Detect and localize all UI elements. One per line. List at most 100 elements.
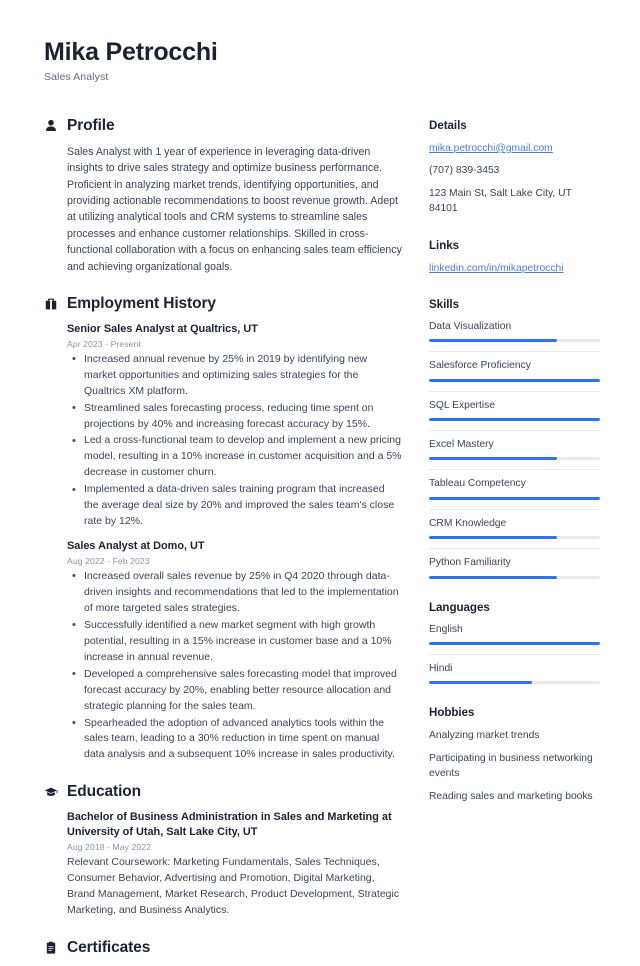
skill-item: Data Visualization	[429, 320, 600, 343]
language-label: Hindi	[429, 653, 600, 681]
skill-meter-track	[429, 575, 600, 579]
skill-meter-fill	[429, 496, 600, 500]
skill-label: CRM Knowledge	[429, 508, 600, 536]
skill-item: SQL Expertise	[429, 390, 600, 422]
employment-entry-bullets: Increased annual revenue by 25% in 2019 …	[67, 351, 402, 530]
bullet-item: Successfully identified a new market seg…	[67, 617, 402, 666]
education-entry-title: Bachelor of Business Administration in S…	[67, 811, 392, 839]
skill-meter-fill	[429, 378, 600, 382]
education-entry-description: Relevant Coursework: Marketing Fundament…	[67, 855, 400, 916]
sidebar-block-skills: Skills Data Visualization Salesforce Pro…	[429, 298, 600, 579]
section-education-header: Education	[44, 783, 402, 801]
employment-entry: Senior Sales Analyst at Qualtrics, UT Ap…	[67, 322, 402, 530]
skill-item: Tableau Competency	[429, 469, 600, 500]
skill-meter-fill	[429, 575, 558, 579]
graduation-cap-icon	[44, 785, 58, 799]
linkedin-link[interactable]: linkedin.com/in/mikapetrocchi	[429, 261, 600, 276]
skill-label: Python Familiarity	[429, 548, 600, 575]
sidebar-languages-title: Languages	[429, 600, 490, 614]
section-education: Education Bachelor of Business Administr…	[44, 783, 402, 918]
bullet-item: Led a cross-functional team to develop a…	[67, 433, 402, 481]
section-employment-body: Senior Sales Analyst at Qualtrics, UT Ap…	[44, 322, 402, 763]
section-education-body: Bachelor of Business Administration in S…	[44, 810, 402, 918]
hobby-item: Participating in business networking eve…	[429, 752, 593, 780]
sidebar-hobbies-title: Hobbies	[429, 706, 475, 720]
skill-label: Excel Mastery	[429, 430, 600, 457]
skill-meter-track	[429, 418, 600, 422]
bullet-item: Streamlined sales forecasting process, r…	[67, 400, 402, 433]
briefcase-icon	[44, 297, 58, 311]
education-entry: Bachelor of Business Administration in S…	[67, 810, 402, 918]
section-employment-history: Employment History Senior Sales Analyst …	[44, 295, 402, 763]
employment-entry-title: Sales Analyst at Domo, UT	[67, 540, 205, 553]
section-certificates-title: Certificates	[67, 938, 151, 956]
main-column: Profile Sales Analyst with 1 year of exp…	[44, 117, 402, 966]
sidebar-block-details: Details mika.petrocchi@gmail.com (707) 8…	[429, 119, 600, 217]
language-item: Hindi	[429, 653, 600, 685]
skill-meter-track	[429, 339, 600, 343]
clipboard-icon	[44, 941, 58, 955]
sidebar-block-hobbies: Hobbies Analyzing market trends Particip…	[429, 706, 600, 804]
language-meter-fill	[429, 681, 532, 685]
employment-entry: Sales Analyst at Domo, UT Aug 2022 - Feb…	[67, 539, 402, 763]
email-link[interactable]: mika.petrocchi@gmail.com	[429, 141, 600, 156]
skill-meter-track	[429, 378, 600, 382]
section-profile-header: Profile	[44, 117, 402, 135]
section-certificates: Certificates	[44, 939, 402, 957]
section-education-title: Education	[67, 783, 142, 801]
bullet-item: Increased overall sales revenue by 25% i…	[67, 568, 402, 617]
section-profile-title: Profile	[67, 116, 115, 134]
section-profile: Profile Sales Analyst with 1 year of exp…	[44, 117, 402, 275]
skill-item: Salesforce Proficiency	[429, 351, 600, 382]
skill-meter-track	[429, 496, 600, 500]
address-text: 123 Main St, Salt Lake City, UT 84101	[429, 187, 572, 215]
bullet-item: Increased annual revenue by 25% in 2019 …	[67, 351, 402, 400]
sidebar-details-title: Details	[429, 118, 467, 132]
skill-meter-fill	[429, 536, 558, 540]
skill-meter-fill	[429, 457, 558, 461]
bullet-item: Developed a comprehensive sales forecast…	[67, 666, 402, 715]
employment-entry-date: Apr 2023 - Present	[67, 338, 141, 349]
education-entry-date: Aug 2018 - May 2022	[67, 841, 152, 852]
sidebar-block-languages: Languages English Hindi	[429, 601, 600, 685]
sidebar-block-links: Links linkedin.com/in/mikapetrocchi	[429, 239, 600, 276]
skill-label: Salesforce Proficiency	[429, 351, 600, 378]
sidebar-column: Details mika.petrocchi@gmail.com (707) 8…	[429, 117, 600, 826]
section-certificates-header: Certificates	[44, 939, 402, 957]
skill-label: Data Visualization	[429, 320, 512, 332]
skill-item: Excel Mastery	[429, 430, 600, 461]
skill-label: SQL Expertise	[429, 390, 600, 418]
sidebar-links-title: Links	[429, 238, 460, 252]
resume-page: Mika Petrocchi Sales Analyst Profile Sal…	[0, 0, 640, 956]
employment-entry-date: Aug 2022 - Feb 2023	[67, 555, 150, 566]
skill-item: CRM Knowledge	[429, 508, 600, 540]
skill-meter-fill	[429, 418, 600, 422]
language-label: English	[429, 623, 463, 635]
resume-header: Mika Petrocchi Sales Analyst	[44, 38, 600, 83]
resume-columns: Profile Sales Analyst with 1 year of exp…	[44, 117, 600, 966]
section-employment-title: Employment History	[67, 295, 216, 312]
language-meter-track	[429, 641, 600, 645]
skill-label: Tableau Competency	[429, 469, 600, 496]
language-item: English	[429, 623, 600, 645]
skill-meter-track	[429, 536, 600, 540]
bullet-item: Spearheaded the adoption of advanced ana…	[67, 715, 402, 764]
candidate-job-title: Sales Analyst	[44, 70, 109, 83]
candidate-name: Mika Petrocchi	[44, 38, 218, 66]
skill-meter-track	[429, 457, 600, 461]
employment-entry-bullets: Increased overall sales revenue by 25% i…	[67, 568, 402, 764]
language-meter-track	[429, 681, 600, 685]
hobby-item: Reading sales and marketing books	[429, 790, 593, 802]
section-employment-header: Employment History	[44, 295, 402, 313]
hobby-item: Analyzing market trends	[429, 730, 540, 742]
skill-item: Python Familiarity	[429, 548, 600, 579]
phone-text: (707) 839-3453	[429, 165, 500, 177]
profile-summary-text: Sales Analyst with 1 year of experience …	[67, 145, 402, 273]
section-profile-body: Sales Analyst with 1 year of experience …	[44, 144, 402, 275]
bullet-item: Implemented a data-driven sales training…	[67, 482, 402, 530]
skill-meter-fill	[429, 339, 558, 343]
language-meter-fill	[429, 641, 600, 645]
sidebar-skills-title: Skills	[429, 297, 459, 311]
employment-entry-title: Senior Sales Analyst at Qualtrics, UT	[67, 323, 258, 335]
person-icon	[44, 119, 58, 133]
